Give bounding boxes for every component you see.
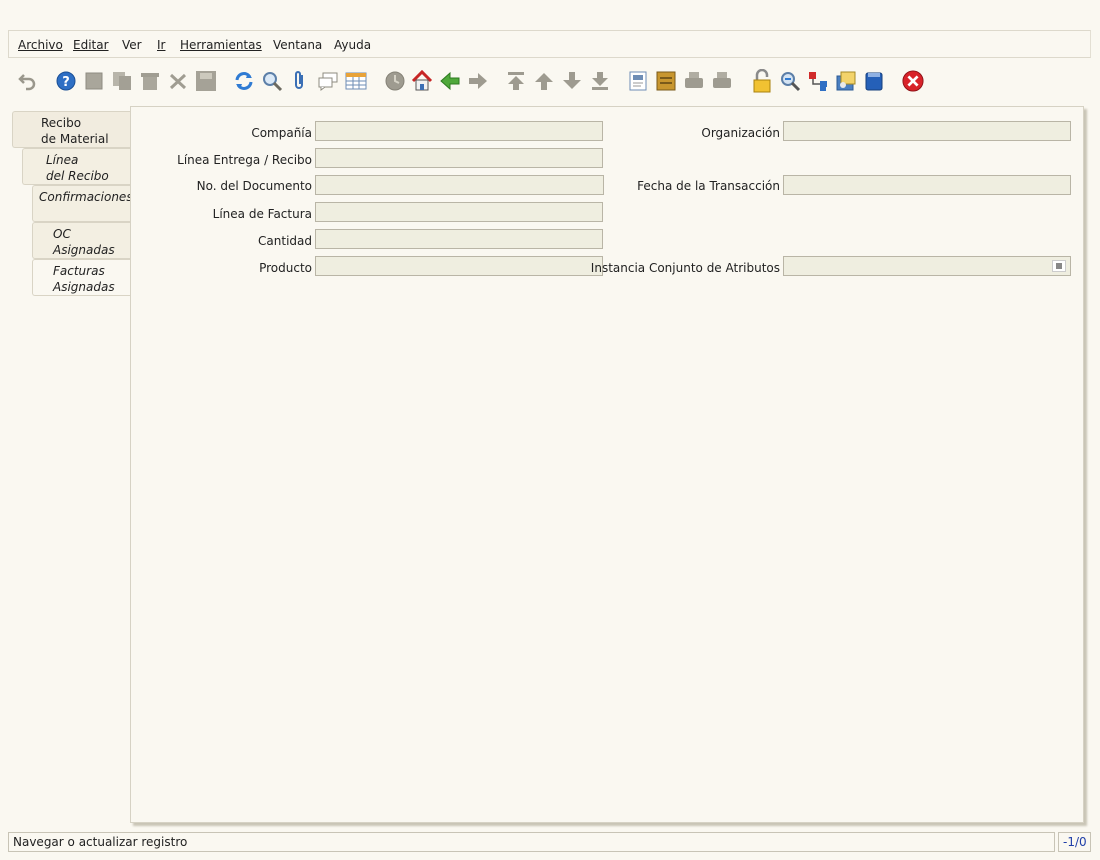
tab-oc-asignadas[interactable]: OC Asignadas bbox=[32, 222, 130, 259]
archive-icon[interactable] bbox=[655, 70, 677, 92]
home-icon[interactable] bbox=[411, 70, 433, 92]
previous-record-icon[interactable] bbox=[533, 70, 555, 92]
delete-icon[interactable] bbox=[139, 70, 161, 92]
tab-recibo-de-material[interactable]: Recibo de Material bbox=[12, 111, 130, 148]
print-icon[interactable] bbox=[711, 70, 733, 92]
tab-recibo-de-material-line2: de Material bbox=[41, 132, 109, 146]
menu-ventana[interactable]: Ventana bbox=[273, 38, 322, 52]
tab-oc-asignadas-line2: Asignadas bbox=[53, 243, 115, 257]
tab-linea-del-recibo[interactable]: Línea del Recibo bbox=[22, 148, 130, 185]
status-message: Navegar o actualizar registro bbox=[13, 835, 188, 849]
tab-confirmaciones[interactable]: Confirmaciones bbox=[32, 185, 133, 222]
back-icon[interactable] bbox=[439, 70, 461, 92]
lock-icon[interactable] bbox=[751, 69, 773, 93]
save-icon[interactable] bbox=[195, 70, 217, 92]
menu-ir[interactable]: Ir bbox=[157, 38, 165, 52]
menu-editar[interactable]: Editar bbox=[73, 38, 109, 52]
menu-herramientas-label: Herramientas bbox=[180, 38, 262, 52]
compania-field[interactable] bbox=[315, 121, 603, 141]
undo-icon[interactable] bbox=[17, 70, 39, 92]
form-panel: Compañía Organización Línea Entrega / Re… bbox=[130, 106, 1084, 823]
menu-ayuda[interactable]: Ayuda bbox=[334, 38, 371, 52]
product-info-icon[interactable] bbox=[863, 70, 885, 92]
instancia-label: Instancia Conjunto de Atributos bbox=[590, 261, 780, 275]
requests-icon[interactable] bbox=[835, 70, 857, 92]
record-count-label: -1/0 bbox=[1063, 835, 1087, 849]
tab-linea-del-recibo-line2: del Recibo bbox=[46, 169, 109, 183]
zoom-across-icon[interactable] bbox=[779, 70, 801, 92]
svg-text:?: ? bbox=[62, 75, 70, 90]
new-record-icon[interactable] bbox=[83, 70, 105, 92]
tab-recibo-de-material-line1: Recibo bbox=[41, 116, 82, 130]
history-icon[interactable] bbox=[384, 70, 406, 92]
exit-icon[interactable] bbox=[902, 70, 924, 92]
report-icon[interactable] bbox=[627, 70, 649, 92]
record-count[interactable]: -1/0 bbox=[1058, 832, 1091, 852]
menu-ver[interactable]: Ver bbox=[122, 38, 142, 52]
menu-archivo[interactable]: Archivo bbox=[18, 38, 63, 52]
linea-factura-field[interactable] bbox=[315, 202, 603, 222]
menu-editar-label: Editar bbox=[73, 38, 109, 52]
fecha-transaccion-field[interactable] bbox=[783, 175, 1071, 195]
linea-factura-label: Línea de Factura bbox=[212, 207, 312, 221]
attribute-picker-button[interactable] bbox=[1052, 260, 1066, 272]
last-record-icon[interactable] bbox=[589, 70, 611, 92]
tab-oc-asignadas-line1: OC bbox=[53, 227, 71, 241]
print-preview-icon[interactable] bbox=[683, 70, 705, 92]
linea-entrega-field[interactable] bbox=[315, 148, 603, 168]
no-documento-label: No. del Documento bbox=[196, 179, 312, 193]
tab-strip: Recibo de Material Línea del Recibo Conf… bbox=[0, 110, 133, 830]
toolbar: ? bbox=[8, 64, 1091, 100]
producto-label: Producto bbox=[259, 261, 312, 275]
first-record-icon[interactable] bbox=[505, 70, 527, 92]
find-icon[interactable] bbox=[261, 70, 283, 92]
tab-facturas-asignadas[interactable]: Facturas Asignadas bbox=[32, 259, 130, 296]
forward-icon[interactable] bbox=[467, 70, 489, 92]
copy-record-icon[interactable] bbox=[111, 70, 133, 92]
tab-facturas-asignadas-line1: Facturas bbox=[53, 264, 105, 278]
instancia-field[interactable] bbox=[783, 256, 1071, 276]
help-icon[interactable]: ? bbox=[55, 70, 77, 92]
menu-bar: Archivo Editar Ver Ir Herramientas Venta… bbox=[8, 30, 1091, 58]
cantidad-label: Cantidad bbox=[258, 234, 312, 248]
refresh-icon[interactable] bbox=[233, 70, 255, 92]
producto-field[interactable] bbox=[315, 256, 603, 276]
status-bar: Navegar o actualizar registro bbox=[8, 832, 1055, 852]
next-record-icon[interactable] bbox=[561, 70, 583, 92]
tab-facturas-asignadas-line2: Asignadas bbox=[53, 280, 115, 294]
chat-icon[interactable] bbox=[317, 70, 339, 92]
cantidad-field[interactable] bbox=[315, 229, 603, 249]
attachment-icon[interactable] bbox=[289, 70, 311, 92]
tab-linea-del-recibo-line1: Línea bbox=[46, 153, 79, 167]
menu-archivo-label: Archivo bbox=[18, 38, 63, 52]
menu-herramientas[interactable]: Herramientas bbox=[180, 38, 262, 52]
fecha-transaccion-label: Fecha de la Transacción bbox=[637, 179, 780, 193]
compania-label: Compañía bbox=[251, 126, 312, 140]
grid-toggle-icon[interactable] bbox=[345, 70, 367, 92]
linea-entrega-label: Línea Entrega / Recibo bbox=[177, 153, 312, 167]
organizacion-field[interactable] bbox=[783, 121, 1071, 141]
attribute-picker-icon bbox=[1056, 263, 1062, 269]
delete-selection-icon[interactable] bbox=[167, 70, 189, 92]
organizacion-label: Organización bbox=[701, 126, 780, 140]
no-documento-field[interactable] bbox=[315, 175, 604, 195]
menu-ir-label: Ir bbox=[157, 38, 166, 52]
workflow-icon[interactable] bbox=[807, 70, 829, 92]
tab-confirmaciones-line1: Confirmaciones bbox=[39, 190, 133, 204]
